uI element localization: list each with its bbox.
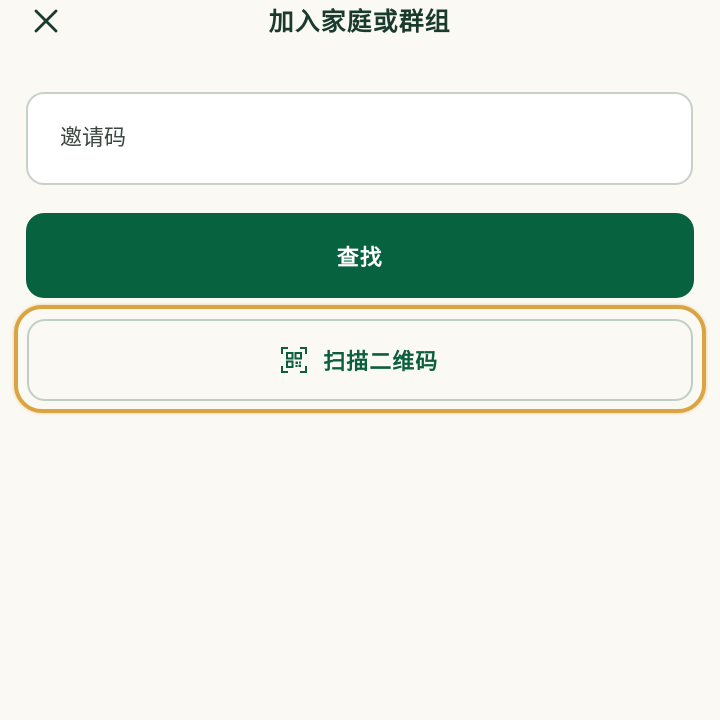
find-button-label: 查找	[336, 245, 383, 271]
find-button[interactable]: 查找	[26, 213, 694, 298]
scan-qr-code-label: 扫描二维码	[323, 350, 439, 375]
join-family-group-screen: 加入家庭或群组 查找	[0, 0, 720, 720]
qr-code-icon	[281, 347, 308, 373]
page-title: 加入家庭或群组	[268, 7, 451, 36]
invite-code-input[interactable]	[26, 92, 693, 185]
scan-qr-code-button[interactable]: 扫描二维码	[27, 319, 693, 401]
